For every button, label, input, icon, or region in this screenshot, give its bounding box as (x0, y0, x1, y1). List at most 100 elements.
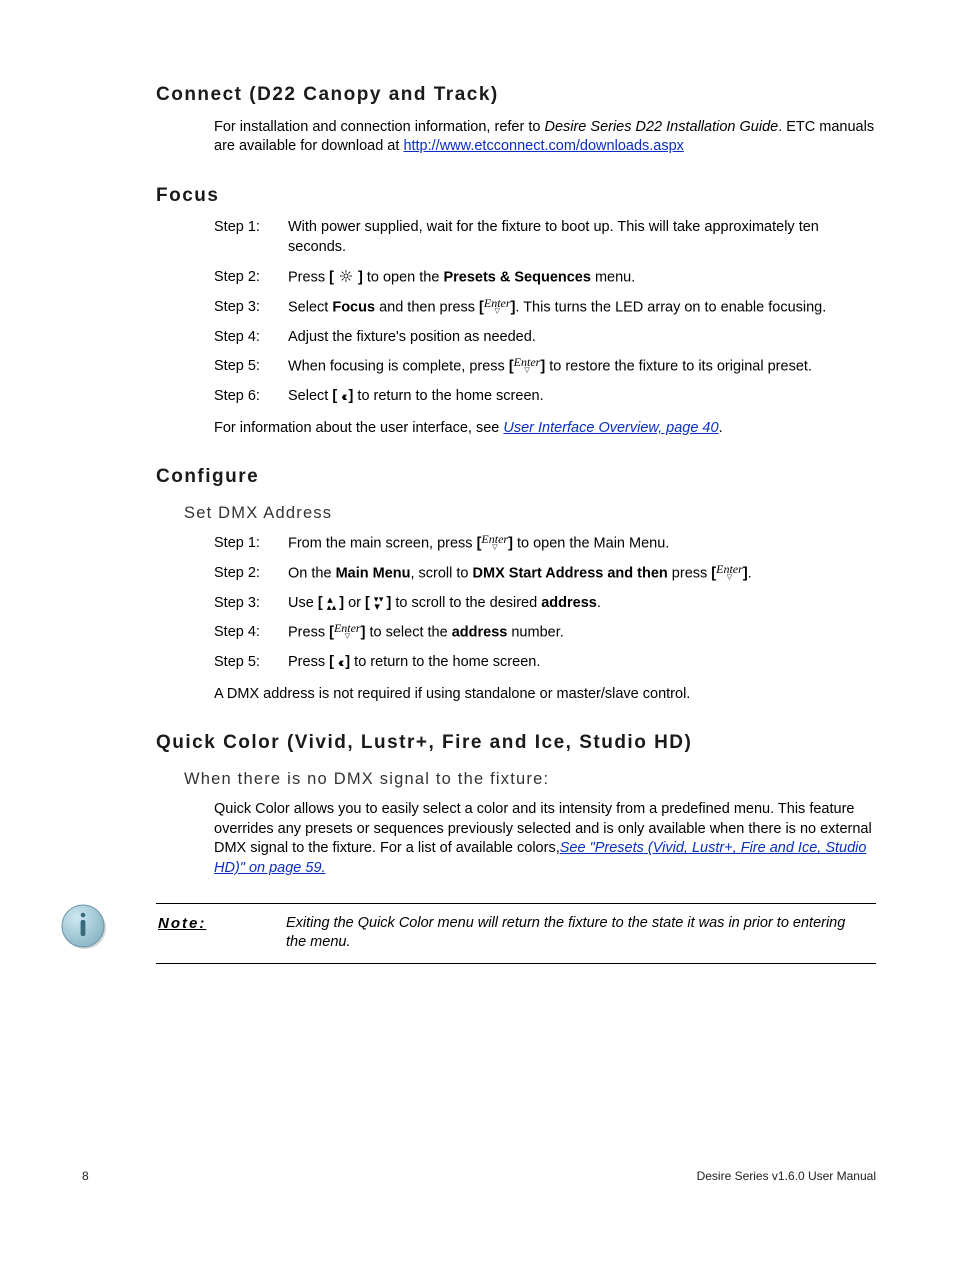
bracket-open: [ (329, 654, 338, 670)
heading-configure: Configure (156, 464, 876, 490)
bracket-close: ] (382, 595, 391, 611)
step-row: Step 5: When focusing is complete, press… (214, 357, 876, 377)
text-fragment: to return to the home screen. (353, 388, 543, 404)
doc-reference: Desire Series D22 Installation Guide (544, 119, 778, 135)
text-fragment: For information about the user interface… (214, 420, 503, 436)
text-fragment: to return to the home screen. (350, 654, 540, 670)
bracket-open: [ (365, 595, 374, 611)
bracket-close: ] (341, 654, 350, 670)
step-label: Step 4: (214, 623, 288, 643)
text-fragment: to scroll to the desired (391, 595, 541, 611)
step-body: Select [ ‹‹ ] to return to the home scre… (288, 387, 876, 407)
bold-text: Main Menu (336, 565, 411, 581)
text-fragment: number. (507, 625, 563, 641)
note-block: Note: Exiting the Quick Color menu will … (156, 903, 876, 964)
enter-icon: Enter (484, 298, 511, 317)
enter-icon: Enter (481, 534, 508, 553)
note-body: Exiting the Quick Color menu will return… (286, 914, 876, 953)
text-fragment: , scroll to (410, 565, 472, 581)
text-fragment: Use (288, 595, 318, 611)
ui-overview-link[interactable]: User Interface Overview, page 40 (503, 420, 718, 436)
step-label: Step 1: (214, 218, 288, 238)
step-label: Step 5: (214, 653, 288, 673)
step-row: Step 1: With power supplied, wait for th… (214, 218, 876, 257)
configure-info: A DMX address is not required if using s… (214, 685, 876, 705)
text-fragment: to select the (365, 625, 451, 641)
step-label: Step 6: (214, 387, 288, 407)
step-label: Step 4: (214, 328, 288, 348)
text-fragment: Select (288, 299, 332, 315)
text-fragment: press (668, 565, 712, 581)
text-fragment: to open the Main Menu. (513, 535, 669, 551)
presets-icon (338, 268, 354, 288)
text-fragment: or (344, 595, 365, 611)
step-body: Press [ ‹‹ ] to return to the home scree… (288, 653, 876, 673)
step-body: Press [Enter] to select the address numb… (288, 623, 876, 643)
step-body: Select Focus and then press [Enter]. Thi… (288, 298, 876, 318)
info-icon (61, 902, 111, 952)
step-row: Step 6: Select [ ‹‹ ] to return to the h… (214, 387, 876, 407)
step-body: Adjust the fixture's position as needed. (288, 328, 876, 348)
step-label: Step 2: (214, 564, 288, 584)
text-fragment: . (719, 420, 723, 436)
heading-focus: Focus (156, 183, 876, 209)
enter-icon: Enter (716, 564, 743, 583)
step-row: Step 4: Press [Enter] to select the addr… (214, 623, 876, 643)
text-fragment: On the (288, 565, 336, 581)
text-fragment: Press (288, 625, 329, 641)
step-label: Step 1: (214, 534, 288, 554)
text-fragment: menu. (591, 269, 635, 285)
bold-text: DMX Start Address and then (473, 565, 668, 581)
text-fragment: Press (288, 654, 329, 670)
bracket-open: [ (318, 595, 327, 611)
step-row: Step 3: Select Focus and then press [Ent… (214, 298, 876, 318)
step-label: Step 3: (214, 298, 288, 318)
subheading-nodmx: When there is no DMX signal to the fixtu… (184, 768, 876, 790)
page-number: 8 (82, 1168, 89, 1184)
content-area: Connect (D22 Canopy and Track) For insta… (156, 82, 876, 964)
text-fragment: For installation and connection informat… (214, 119, 544, 135)
bracket-close: ] (335, 595, 344, 611)
download-link[interactable]: http://www.etcconnect.com/downloads.aspx (403, 138, 683, 154)
bold-text: Presets & Sequences (443, 269, 591, 285)
enter-icon: Enter (514, 357, 541, 376)
quickcolor-paragraph: Quick Color allows you to easily select … (214, 800, 876, 878)
step-body: When focusing is complete, press [Enter]… (288, 357, 876, 377)
configure-steps: Step 1: From the main screen, press [Ent… (214, 534, 876, 673)
enter-icon: Enter (334, 623, 361, 642)
bracket-close: ] (354, 269, 363, 285)
step-body: Press [ ] to open the Presets & Sequence… (288, 268, 876, 288)
text-fragment: and then press (375, 299, 479, 315)
step-row: Step 2: Press [ ] to open the Presets & … (214, 268, 876, 288)
text-fragment: to restore the fixture to its original p… (545, 358, 812, 374)
step-row: Step 3: Use [ ▴▴ ▴ ] or [ ▾ ▾▾ ] to scro… (214, 594, 876, 614)
connect-paragraph: For installation and connection informat… (214, 118, 876, 157)
text-fragment: Press (288, 269, 329, 285)
up-arrows-icon: ▴▴ ▴ (327, 596, 336, 611)
bold-text: address (452, 625, 508, 641)
step-row: Step 5: Press [ ‹‹ ] to return to the ho… (214, 653, 876, 673)
text-fragment: . This turns the LED array on to enable … (515, 299, 826, 315)
text-fragment: . (597, 595, 601, 611)
step-body: From the main screen, press [Enter] to o… (288, 534, 876, 554)
focus-info: For information about the user interface… (214, 419, 876, 439)
bold-text: address (541, 595, 597, 611)
subheading-dmx: Set DMX Address (184, 502, 876, 524)
bold-text: Focus (332, 299, 375, 315)
heading-quickcolor: Quick Color (Vivid, Lustr+, Fire and Ice… (156, 730, 876, 756)
text-fragment: Select (288, 388, 332, 404)
page-footer: 8 Desire Series v1.6.0 User Manual (82, 1168, 876, 1184)
bracket-open: [ (332, 388, 341, 404)
text-fragment: to open the (363, 269, 444, 285)
step-body: Use [ ▴▴ ▴ ] or [ ▾ ▾▾ ] to scroll to th… (288, 594, 876, 614)
text-fragment: When focusing is complete, press (288, 358, 509, 374)
step-label: Step 3: (214, 594, 288, 614)
note-label: Note: (156, 914, 286, 953)
bracket-open: [ (329, 269, 338, 285)
heading-connect: Connect (D22 Canopy and Track) (156, 82, 876, 108)
focus-steps: Step 1: With power supplied, wait for th… (214, 218, 876, 406)
step-row: Step 2: On the Main Menu, scroll to DMX … (214, 564, 876, 584)
text-fragment: From the main screen, press (288, 535, 477, 551)
document-page: Connect (D22 Canopy and Track) For insta… (0, 0, 954, 1270)
step-row: Step 4: Adjust the fixture's position as… (214, 328, 876, 348)
